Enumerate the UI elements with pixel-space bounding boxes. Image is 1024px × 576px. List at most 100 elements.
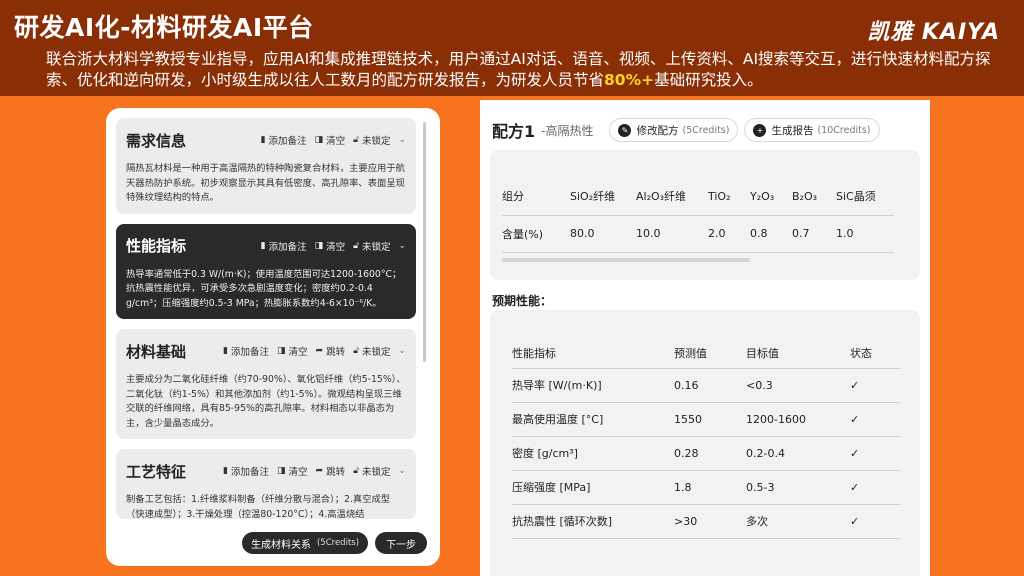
jump-button[interactable]: ➦ 跳转 [316, 464, 346, 478]
generate-report-label: 生成报告 [771, 124, 814, 137]
page-title: 研发AI化-材料研发AI平台 [14, 13, 314, 42]
modify-formula-button[interactable]: ✎ 修改配方 (5Credits) [609, 118, 739, 142]
eraser-icon: ◨ [277, 466, 286, 476]
table-cell: <0.3 [746, 368, 850, 403]
brand-logo: 凯雅 KAIYA [867, 20, 1000, 45]
lock-toggle[interactable]: 🔓︎ 未锁定 [353, 133, 390, 147]
add-note-button[interactable]: ▮ 添加备注 [223, 344, 269, 358]
table-header-cell: 组分 [502, 178, 570, 216]
card-title: 性能指标 [126, 237, 187, 255]
table-row: 抗热震性 [循环次数] >30 多次 ✓ [512, 504, 900, 539]
eraser-icon: ◨ [314, 135, 324, 145]
check-icon: ✓ [850, 504, 900, 539]
lock-label: 未锁定 [361, 467, 391, 478]
chevron-down-icon[interactable]: ⌄ [398, 466, 406, 476]
table-cell: 1550 [674, 402, 746, 437]
requirements-scroll-area: 需求信息 ▮ 添加备注 ◨ 清空 🔓︎ 未锁定 ⌄ 隔热瓦材料是一种用于高温隔热的特种… [116, 118, 422, 526]
table-header-cell: Y₂O₃ [750, 178, 792, 216]
header-banner: 研发AI化-材料研发AI平台 凯雅 KAIYA 联合浙大材料学教授专业指导，应用… [0, 0, 1024, 96]
table-header-row: 性能指标 预测值 目标值 状态 [512, 338, 900, 369]
table-header-row: 组分 SiO₂纤维 Al₂O₃纤维 TiO₂ Y₂O₃ B₂O₃ SiC晶须 [502, 178, 894, 216]
lock-label: 未锁定 [361, 347, 391, 358]
table-cell: 密度 [g/cm³] [512, 436, 674, 471]
table-header-cell: 状态 [850, 338, 900, 369]
table-row: 密度 [g/cm³] 0.28 0.2-0.4 ✓ [512, 436, 900, 471]
check-icon: ✓ [850, 402, 900, 437]
generate-relation-label: 生成材料关系 [250, 539, 311, 551]
note-icon: ▮ [260, 240, 266, 251]
check-icon: ✓ [850, 470, 900, 505]
table-cell: 0.28 [674, 436, 746, 471]
note-icon: ▮ [260, 135, 266, 145]
table-cell: 1.0 [836, 215, 894, 253]
jump-label: 跳转 [326, 347, 346, 358]
jump-button[interactable]: ➦ 跳转 [316, 344, 346, 358]
table-cell: 10.0 [636, 215, 708, 253]
clear-button[interactable]: ◨ 清空 [315, 239, 346, 253]
formula-subtitle: -高隔热性 [541, 123, 594, 138]
share-arrow-icon: ➦ [315, 466, 324, 476]
table-cell: 多次 [746, 504, 850, 539]
composition-table: 组分 SiO₂纤维 Al₂O₃纤维 TiO₂ Y₂O₃ B₂O₃ SiC晶须 含… [502, 178, 894, 253]
card-body: 隔热瓦材料是一种用于高温隔热的特种陶瓷复合材料，主要应用于航天器热防护系统。初步… [126, 163, 405, 203]
table-header-cell: 预测值 [674, 338, 746, 369]
clear-button[interactable]: ◨ 清空 [315, 133, 346, 147]
eraser-icon: ◨ [277, 346, 286, 356]
horizontal-scrollbar[interactable] [502, 258, 750, 262]
generate-relation-button[interactable]: 生成材料关系 (5Credits) [242, 532, 368, 554]
generate-report-button[interactable]: + 生成报告 (10Credits) [744, 118, 880, 142]
chevron-down-icon[interactable]: ⌄ [398, 346, 406, 356]
chevron-down-icon[interactable]: ⌄ [398, 135, 406, 145]
lock-toggle[interactable]: 🔓︎ 未锁定 [353, 464, 390, 478]
card-title: 需求信息 [126, 131, 187, 150]
table-cell: 含量(%) [502, 215, 570, 253]
left-footer: 生成材料关系 (5Credits) 下一步 [106, 520, 440, 566]
card-requirement-info: 需求信息 ▮ 添加备注 ◨ 清空 🔓︎ 未锁定 ⌄ 隔热瓦材料是一种用于高温隔热的特种… [116, 118, 416, 214]
add-note-button[interactable]: ▮ 添加备注 [261, 133, 307, 147]
table-header-cell: B₂O₃ [792, 178, 836, 216]
chevron-down-icon[interactable]: ⌄ [398, 241, 406, 251]
next-step-label: 下一步 [386, 539, 416, 551]
next-step-button[interactable]: 下一步 [375, 532, 427, 554]
table-cell: 2.0 [708, 215, 750, 253]
scrollbar[interactable] [423, 122, 426, 362]
card-header: 材料基础 ▮ 添加备注 ◨ 清空 ➦ 跳转 🔓︎ 未锁定 ⌄ [126, 339, 406, 363]
table-header-cell: SiO₂纤维 [570, 178, 636, 216]
card-title: 材料基础 [126, 342, 187, 361]
generate-relation-credits: (5Credits) [316, 538, 360, 548]
formula-header: 配方1 -高隔热性 ✎ 修改配方 (5Credits) + 生成报告 (10Cr… [492, 118, 880, 142]
card-header: 需求信息 ▮ 添加备注 ◨ 清空 🔓︎ 未锁定 ⌄ [126, 128, 406, 152]
clear-label: 清空 [288, 467, 308, 478]
clear-button[interactable]: ◨ 清空 [277, 344, 308, 358]
modify-formula-label: 修改配方 [636, 124, 679, 137]
page-description: 联合浙大材料学教授专业指导，应用AI和集成推理链技术，用户通过AI对话、语音、视… [46, 49, 1006, 91]
add-note-button[interactable]: ▮ 添加备注 [223, 464, 269, 478]
plus-icon: + [753, 123, 767, 137]
clear-button[interactable]: ◨ 清空 [277, 464, 308, 478]
formula-title: 配方1 [492, 122, 536, 141]
table-cell: 0.2-0.4 [746, 436, 850, 471]
note-icon: ▮ [223, 346, 228, 356]
jump-label: 跳转 [326, 467, 346, 478]
check-icon: ✓ [850, 368, 900, 403]
formula-panel: 配方1 -高隔热性 ✎ 修改配方 (5Credits) + 生成报告 (10Cr… [480, 100, 930, 576]
requirements-panel: 需求信息 ▮ 添加备注 ◨ 清空 🔓︎ 未锁定 ⌄ 隔热瓦材料是一种用于高温隔热的特种… [106, 108, 440, 566]
card-process-features: 工艺特征 ▮ 添加备注 ◨ 清空 ➦ 跳转 🔓︎ 未锁定 ⌄ 制备工艺包括：1.纤维浆料… [116, 449, 416, 519]
lock-label: 未锁定 [361, 241, 391, 253]
card-header: 性能指标 ▮ 添加备注 ◨ 清空 🔓︎ 未锁定 ⌄ [126, 234, 406, 258]
table-row: 最高使用温度 [°C] 1550 1200-1600 ✓ [512, 402, 900, 437]
edit-icon: ✎ [618, 123, 632, 137]
table-cell: 80.0 [570, 215, 636, 253]
lock-label: 未锁定 [361, 136, 391, 147]
lock-toggle[interactable]: 🔓︎ 未锁定 [353, 344, 390, 358]
expected-performance-label: 预期性能： [492, 294, 553, 308]
check-icon: ✓ [850, 436, 900, 471]
table-cell: 1200-1600 [746, 402, 850, 437]
table-header-cell: SiC晶须 [836, 178, 894, 216]
add-note-button[interactable]: ▮ 添加备注 [261, 239, 307, 253]
table-cell: 1.8 [674, 470, 746, 505]
clear-label: 清空 [326, 241, 346, 253]
generate-report-credits: (10Credits) [817, 124, 871, 136]
add-note-label: 添加备注 [268, 241, 307, 253]
lock-toggle[interactable]: 🔓︎ 未锁定 [353, 239, 390, 253]
